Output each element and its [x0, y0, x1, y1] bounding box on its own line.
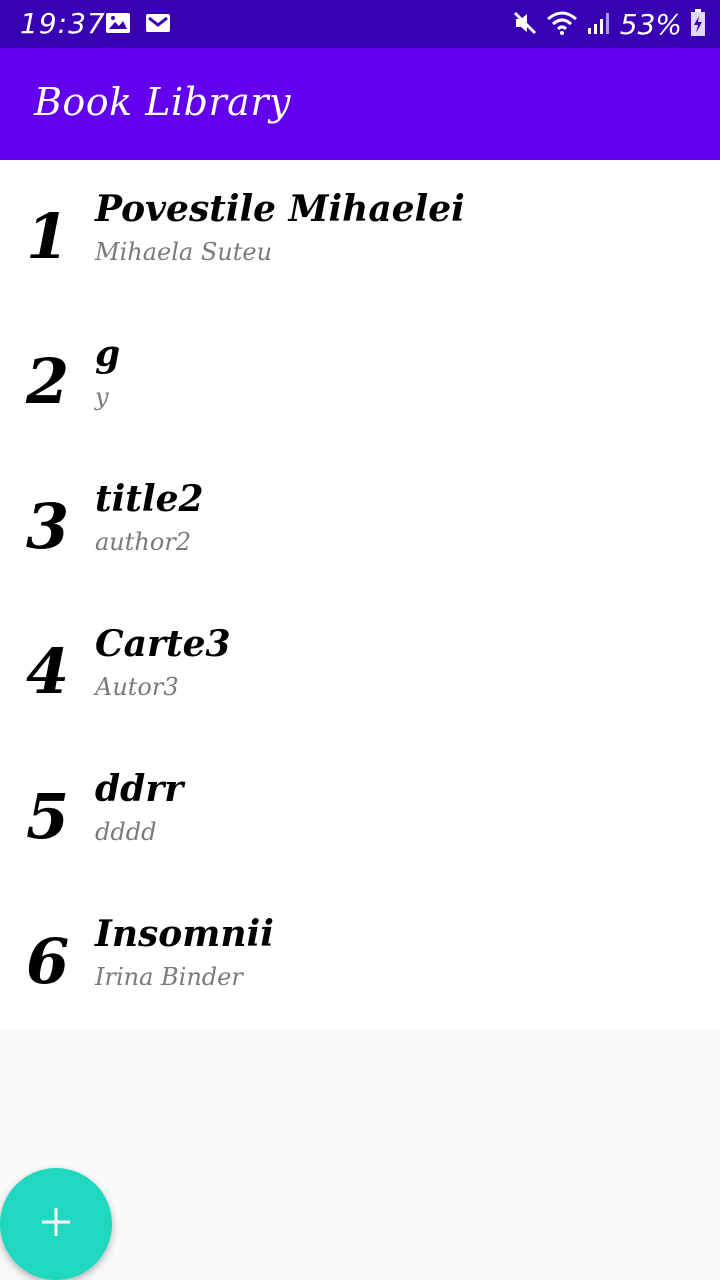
book-number: 5 — [26, 780, 70, 853]
book-author: author2 — [95, 528, 192, 556]
book-number: 4 — [26, 635, 70, 708]
book-number: 1 — [26, 200, 70, 273]
plus-icon — [40, 1206, 72, 1242]
book-number: 2 — [26, 345, 70, 418]
list-item[interactable]: 2 g y — [0, 305, 720, 450]
mute-icon — [512, 10, 538, 40]
list-item[interactable]: 6 Insomnii Irina Binder — [0, 885, 720, 1030]
book-title: Carte3 — [95, 623, 231, 665]
book-list: 1 Povestile Mihaelei Mihaela Suteu 2 g y… — [0, 160, 720, 1030]
status-time: 19:37 — [20, 7, 106, 40]
book-title: ddrr — [95, 768, 184, 810]
book-author: Mihaela Suteu — [95, 238, 273, 266]
list-item[interactable]: 5 ddrr dddd — [0, 740, 720, 885]
battery-charging-icon — [690, 8, 706, 41]
book-author: Autor3 — [95, 673, 179, 701]
app-bar: Book Library — [0, 48, 720, 160]
book-number: 6 — [26, 925, 70, 998]
book-title: title2 — [95, 478, 204, 520]
book-author: y — [95, 383, 109, 411]
wifi-icon — [546, 10, 578, 40]
list-item[interactable]: 1 Povestile Mihaelei Mihaela Suteu — [0, 160, 720, 305]
image-icon — [105, 12, 131, 38]
signal-icon — [586, 10, 612, 40]
add-book-button[interactable] — [0, 1168, 112, 1280]
battery-percentage: 53% — [619, 8, 682, 41]
book-title: Povestile Mihaelei — [95, 188, 465, 230]
book-number: 3 — [26, 490, 70, 563]
status-bar: 19:37 53% — [0, 0, 720, 48]
mail-icon — [145, 12, 171, 38]
page-title: Book Library — [34, 80, 291, 124]
book-title: g — [95, 333, 121, 375]
book-author: dddd — [95, 818, 157, 846]
list-item[interactable]: 4 Carte3 Autor3 — [0, 595, 720, 740]
book-author: Irina Binder — [95, 963, 243, 991]
list-item[interactable]: 3 title2 author2 — [0, 450, 720, 595]
book-title: Insomnii — [95, 913, 274, 955]
